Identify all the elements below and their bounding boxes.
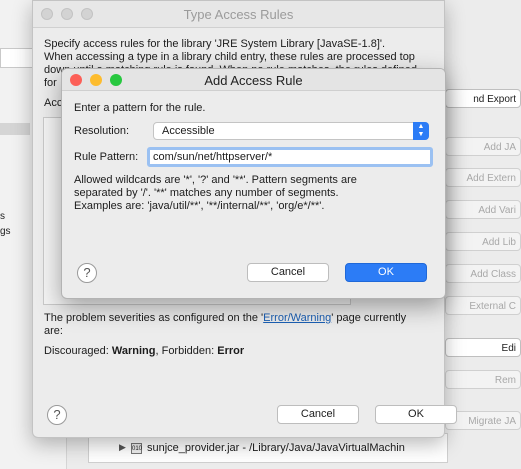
add-variable-button[interactable]: Add Vari: [445, 200, 521, 219]
dialog-title: Add Access Rule: [204, 73, 303, 88]
error-warning-link[interactable]: Error/Warning: [263, 312, 331, 324]
export-button[interactable]: nd Export: [445, 89, 521, 108]
expand-triangle-icon[interactable]: ▶: [119, 442, 126, 453]
titlebar: Type Access Rules: [33, 1, 444, 28]
rule-pattern-input[interactable]: com/sun/net/httpserver/*: [147, 147, 433, 167]
jar-icon: 010: [131, 443, 142, 454]
discouraged-value: Warning: [111, 345, 156, 357]
add-jar-button[interactable]: Add JA: [445, 137, 521, 156]
help-button[interactable]: ?: [47, 405, 67, 425]
left-text-1: s: [0, 211, 5, 222]
access-rules-label: Acc: [44, 97, 63, 109]
resolution-value: Accessible: [162, 125, 215, 137]
tree-row-label[interactable]: sunjce_provider.jar - /Library/Java/Java…: [147, 442, 405, 454]
remove-button[interactable]: Rem: [445, 370, 521, 389]
pattern-label: Rule Pattern:: [74, 151, 139, 163]
left-selection[interactable]: [0, 123, 30, 135]
severity-values: Discouraged: Warning, Forbidden: Error: [44, 345, 244, 357]
description-line: When accessing a type in a library child…: [44, 51, 415, 63]
cancel-button[interactable]: Cancel: [247, 263, 329, 282]
help-icon[interactable]: ?: [77, 263, 97, 283]
add-access-rule-dialog: Add Access Rule Enter a pattern for the …: [61, 68, 446, 299]
hint-line: Allowed wildcards are '*', '?' and '**'.…: [74, 174, 357, 186]
wildcard-hint: Allowed wildcards are '*', '?' and '**'.…: [74, 174, 374, 213]
help-button[interactable]: ?: [77, 263, 97, 283]
ok-button[interactable]: OK: [375, 405, 457, 424]
forbidden-value: Error: [217, 345, 245, 357]
left-text-2: gs: [0, 226, 11, 237]
add-class-folder-button[interactable]: Add Class: [445, 264, 521, 283]
resolution-select[interactable]: Accessible ▲ ▼: [153, 122, 429, 140]
dialog-title: Type Access Rules: [183, 7, 294, 22]
severity-text-before: The problem severities as configured on …: [44, 312, 264, 324]
ok-button[interactable]: OK: [345, 263, 427, 282]
resolution-label: Resolution:: [74, 125, 130, 137]
help-icon[interactable]: ?: [47, 405, 67, 425]
severity-text: The problem severities as configured on …: [44, 312, 444, 338]
description-line: Specify access rules for the library 'JR…: [44, 38, 386, 50]
edit-button[interactable]: Edi: [445, 338, 521, 357]
titlebar: Add Access Rule: [62, 69, 445, 91]
severity-text-line2: are:: [44, 325, 63, 337]
forbidden-label: , Forbidden:: [155, 345, 215, 357]
external-class-folder-button[interactable]: External C: [445, 296, 521, 315]
right-button-column: nd Export Add JA Add Extern Add Vari Add…: [445, 0, 521, 469]
dialog-prompt: Enter a pattern for the rule.: [74, 102, 206, 114]
hint-line: Examples are: 'java/util/**', '**/intern…: [74, 200, 325, 212]
discouraged-label: Discouraged:: [44, 345, 109, 357]
severity-text-after: ' page currently: [331, 312, 407, 324]
add-external-button[interactable]: Add Extern: [445, 168, 521, 187]
chevron-up-down-icon[interactable]: ▲ ▼: [413, 122, 429, 140]
add-library-button[interactable]: Add Lib: [445, 232, 521, 251]
cancel-button[interactable]: Cancel: [277, 405, 359, 424]
hint-line: separated by '/'. '**' matches any numbe…: [74, 187, 339, 199]
